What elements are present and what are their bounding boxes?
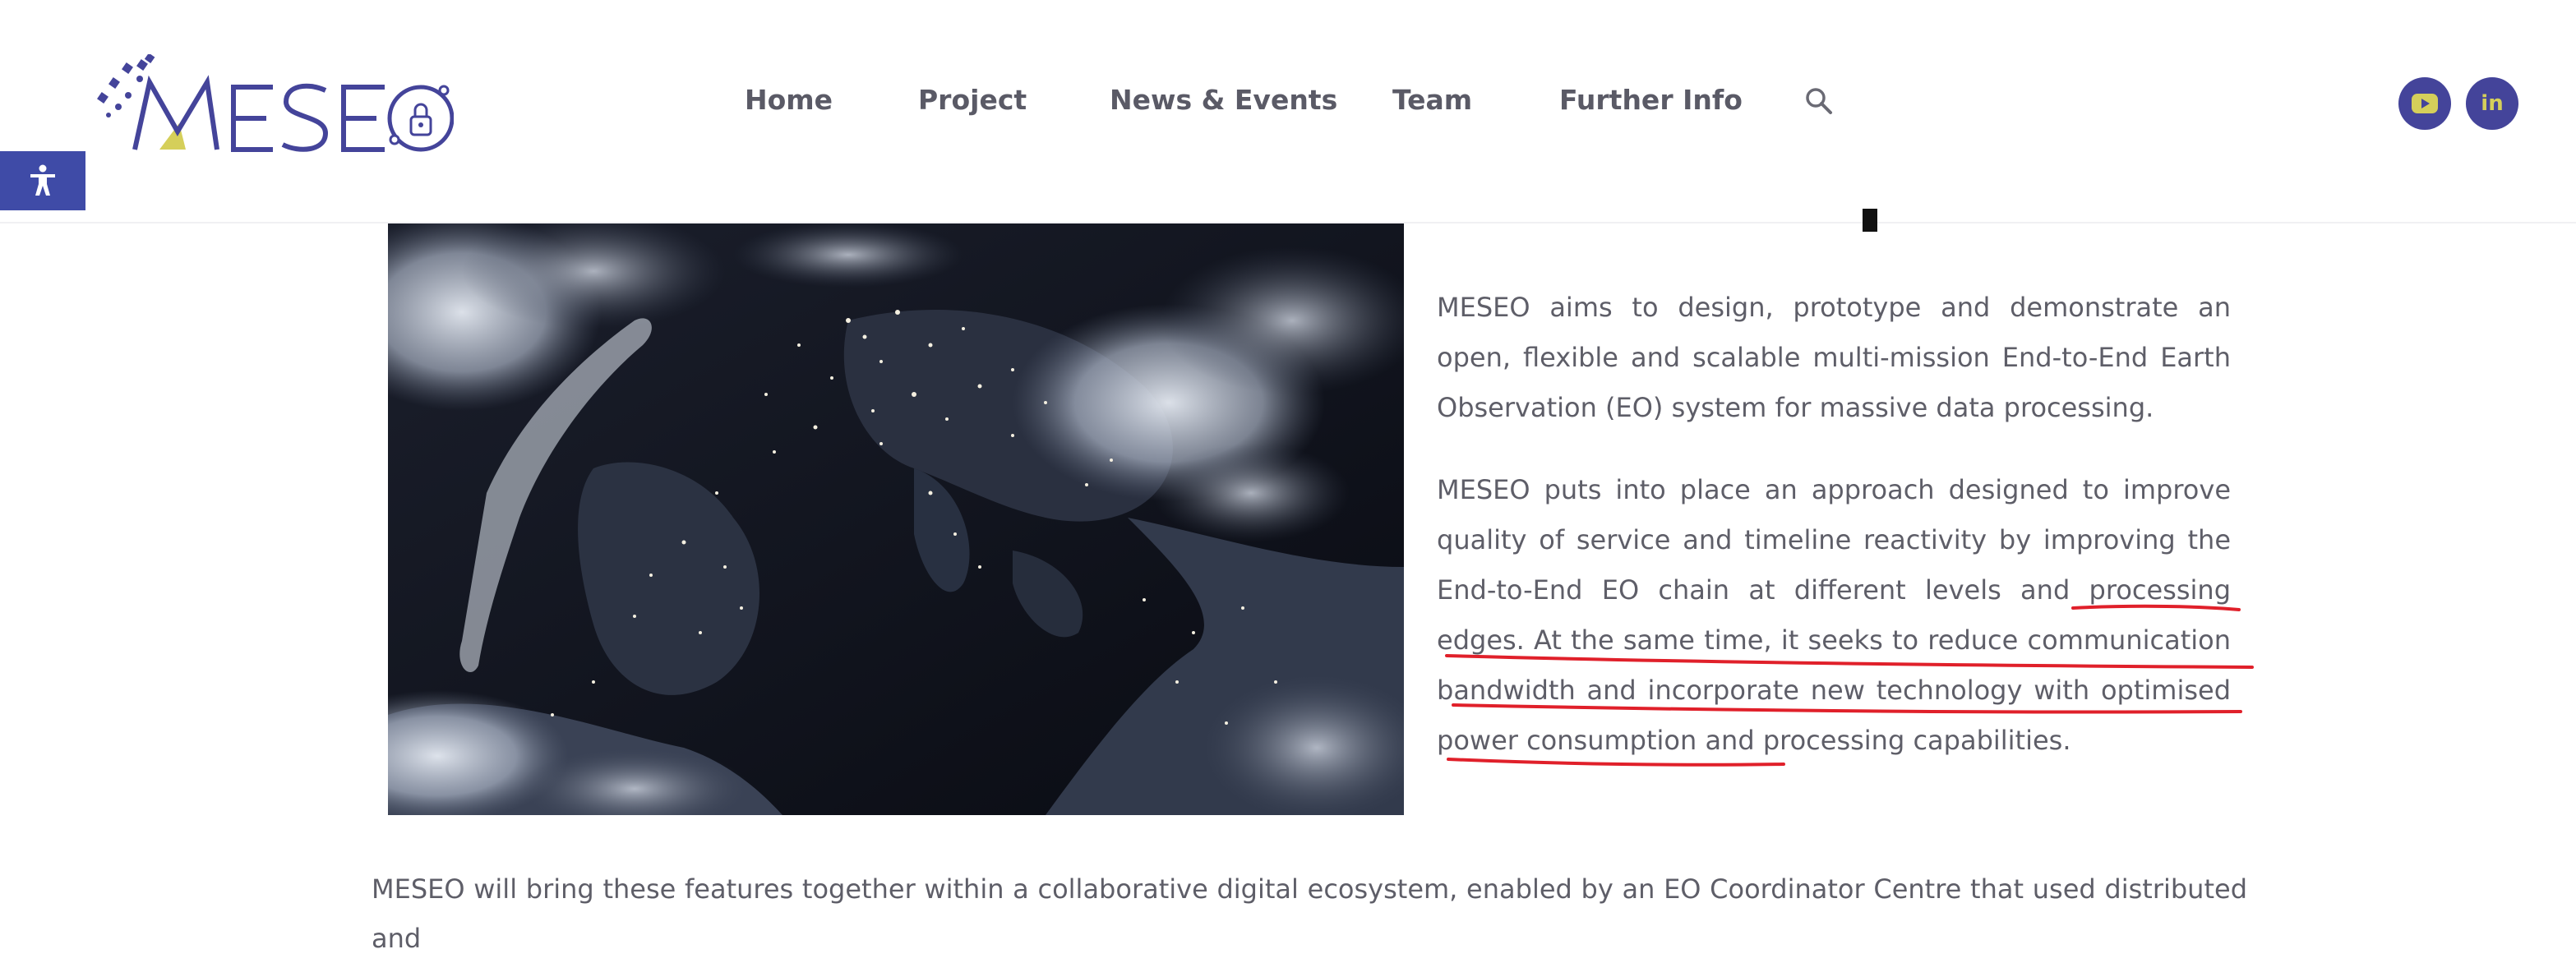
nav-news-events[interactable]: News & Events xyxy=(1110,77,1337,123)
nav-further-info[interactable]: Further Info xyxy=(1559,77,1743,123)
youtube-icon xyxy=(2412,94,2438,113)
site-header: Home Project News & Events Team Further … xyxy=(0,0,2576,223)
paragraph-ecosystem: MESEO will bring these features together… xyxy=(372,873,2247,954)
search-icon[interactable] xyxy=(1803,85,1835,117)
nav-project[interactable]: Project xyxy=(918,77,1027,123)
nav-home[interactable]: Home xyxy=(745,77,833,123)
accessibility-button[interactable] xyxy=(0,151,85,210)
linkedin-button[interactable]: in xyxy=(2466,77,2518,130)
youtube-button[interactable] xyxy=(2398,77,2451,130)
europe-night-satellite-image xyxy=(388,222,1404,815)
paragraph-intro: MESEO aims to design, prototype and demo… xyxy=(1437,292,2231,423)
meseo-logo[interactable] xyxy=(92,54,454,156)
accessibility-icon xyxy=(30,164,55,196)
paragraph-approach: MESEO puts into place an approach design… xyxy=(1437,474,2231,756)
heading-fragment xyxy=(1863,209,1877,232)
nav-team[interactable]: Team xyxy=(1392,77,1472,123)
linkedin-icon: in xyxy=(2481,91,2504,116)
